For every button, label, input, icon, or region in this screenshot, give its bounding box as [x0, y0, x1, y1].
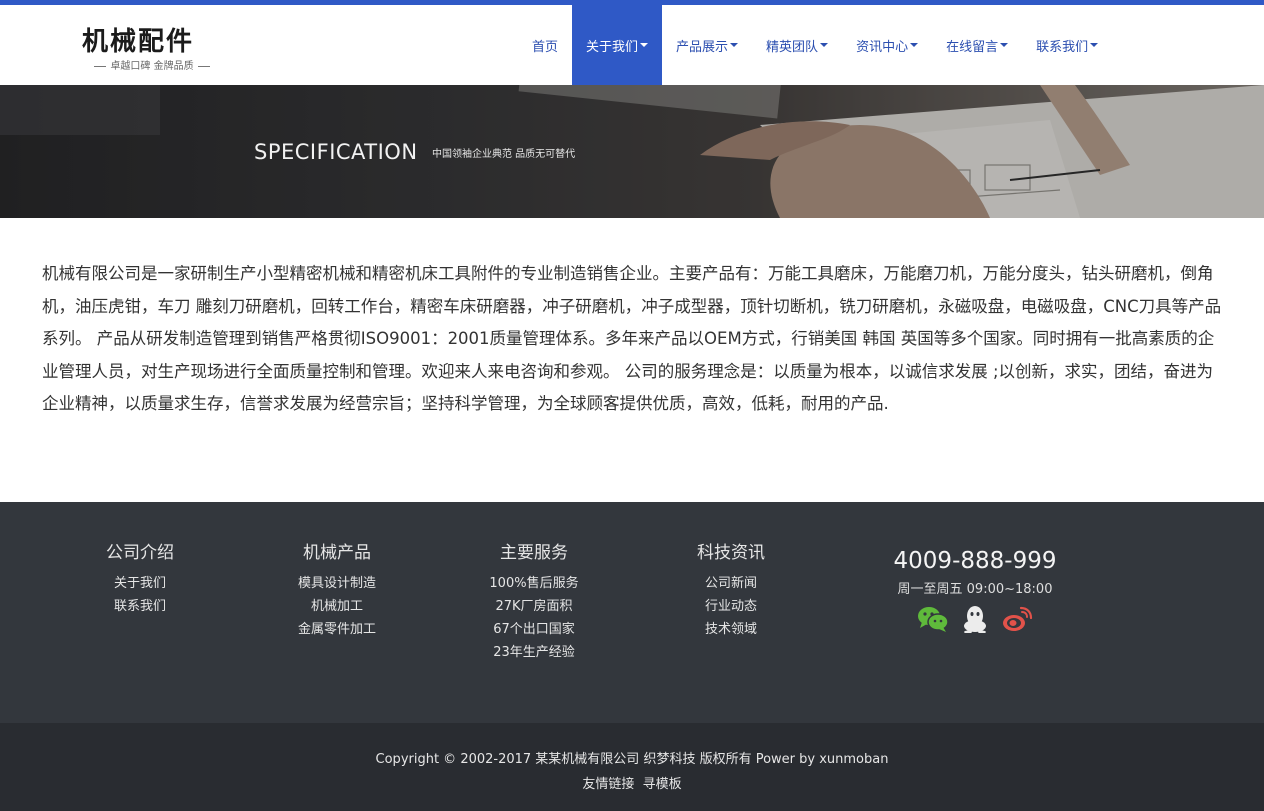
nav-label: 产品展示 [676, 39, 729, 55]
copyright-bar: Copyright © 2002-2017 某某机械有限公司 织梦科技 版权所有… [0, 723, 1264, 811]
main-nav: 首页 关于我们 产品展示 精英团队 资讯中心 在线留言 联系我们 [518, 5, 1112, 85]
friend-links-label: 友情链接 [582, 777, 635, 792]
caret-down-icon [820, 43, 829, 47]
footer-contact: 4009-888-999 周一至周五 09:00~18:00 [880, 548, 1070, 633]
nav-item-message[interactable]: 在线留言 [932, 5, 1022, 85]
contact-hours: 周一至周五 09:00~18:00 [897, 582, 1053, 597]
footer-link[interactable]: 公司新闻 [661, 572, 801, 595]
nav-label: 关于我们 [586, 39, 639, 55]
footer-link[interactable]: 模具设计制造 [267, 572, 407, 595]
nav-label: 首页 [532, 39, 559, 55]
banner-image [0, 85, 1264, 218]
footer-link[interactable]: 行业动态 [661, 595, 801, 618]
nav-label: 联系我们 [1036, 39, 1089, 55]
page-banner: SPECIFICATION 中国领袖企业典范 品质无可替代 [0, 85, 1264, 218]
footer-link[interactable]: 金属零件加工 [267, 618, 407, 641]
footer-link[interactable]: 关于我们 [70, 572, 210, 595]
nav-item-news[interactable]: 资讯中心 [842, 5, 932, 85]
footer-link[interactable]: 67个出口国家 [464, 618, 604, 641]
nav-item-team[interactable]: 精英团队 [752, 5, 842, 85]
site-logo[interactable]: 机械配件 卓越口碑 金牌品质 [82, 21, 222, 73]
footer-link[interactable]: 100%售后服务 [464, 572, 604, 595]
caret-down-icon [1090, 43, 1099, 47]
footer-link[interactable]: 机械加工 [267, 595, 407, 618]
banner-title: SPECIFICATION [254, 140, 418, 164]
logo-title: 机械配件 [82, 27, 195, 57]
footer-link[interactable]: 联系我们 [70, 595, 210, 618]
banner-subtitle: 中国领袖企业典范 品质无可替代 [432, 149, 576, 160]
about-paragraph: 机械有限公司是一家研制生产小型精密机械和精密机床工具附件的专业制造销售企业。主要… [42, 264, 1222, 413]
nav-item-about[interactable]: 关于我们 [572, 5, 663, 85]
qq-icon[interactable] [959, 605, 991, 633]
footer-column-company: 公司介绍 关于我们 联系我们 [70, 538, 210, 618]
site-footer: 公司介绍 关于我们 联系我们 机械产品 模具设计制造 机械加工 金属零件加工 主… [0, 502, 1264, 723]
footer-column-products: 机械产品 模具设计制造 机械加工 金属零件加工 [267, 538, 407, 641]
nav-label: 精英团队 [766, 39, 819, 55]
social-links [880, 605, 1070, 633]
footer-link[interactable]: 23年生产经验 [464, 641, 604, 664]
nav-item-products[interactable]: 产品展示 [662, 5, 752, 85]
friend-link[interactable]: 寻模板 [643, 777, 682, 792]
caret-down-icon [910, 43, 919, 47]
footer-link[interactable]: 技术领域 [661, 618, 801, 641]
footer-column-title: 机械产品 [303, 543, 371, 563]
footer-column-title: 公司介绍 [106, 543, 174, 563]
footer-column-services: 主要服务 100%售后服务 27K厂房面积 67个出口国家 23年生产经验 [464, 538, 604, 664]
nav-label: 在线留言 [946, 39, 999, 55]
caret-down-icon [1000, 43, 1009, 47]
footer-column-title: 科技资讯 [697, 543, 765, 563]
wechat-icon[interactable] [917, 605, 949, 633]
weibo-icon[interactable] [1001, 605, 1033, 633]
copyright-text: Copyright © 2002-2017 某某机械有限公司 织梦科技 版权所有… [375, 752, 889, 767]
caret-down-icon [640, 43, 649, 47]
friend-links: 友情链接 寻模板 [0, 773, 1264, 792]
logo-subtitle: 卓越口碑 金牌品质 [82, 57, 222, 72]
site-header: 机械配件 卓越口碑 金牌品质 首页 关于我们 产品展示 精英团队 资讯中心 在线… [0, 5, 1264, 85]
footer-column-title: 主要服务 [500, 543, 568, 563]
contact-phone: 4009-888-999 [893, 548, 1057, 574]
caret-down-icon [730, 43, 739, 47]
nav-label: 资讯中心 [856, 39, 909, 55]
footer-link[interactable]: 27K厂房面积 [464, 595, 604, 618]
nav-item-home[interactable]: 首页 [518, 5, 572, 85]
nav-item-contact[interactable]: 联系我们 [1022, 5, 1112, 85]
footer-column-news: 科技资讯 公司新闻 行业动态 技术领域 [661, 538, 801, 641]
